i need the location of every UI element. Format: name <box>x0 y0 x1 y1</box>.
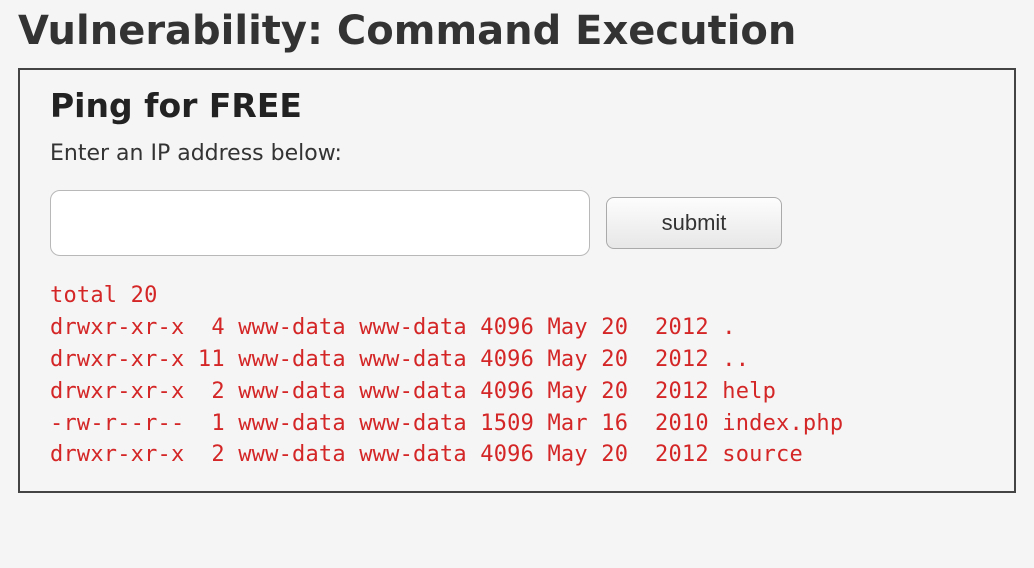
instructions-text: Enter an IP address below: <box>50 141 984 166</box>
ip-input[interactable] <box>50 190 590 256</box>
form-row: submit <box>50 190 984 256</box>
content-box: Ping for FREE Enter an IP address below:… <box>18 68 1016 493</box>
submit-button[interactable]: submit <box>606 197 782 249</box>
command-output: total 20 drwxr-xr-x 4 www-data www-data … <box>50 280 984 471</box>
page-title: Vulnerability: Command Execution <box>0 0 1034 68</box>
section-title: Ping for FREE <box>50 86 984 125</box>
